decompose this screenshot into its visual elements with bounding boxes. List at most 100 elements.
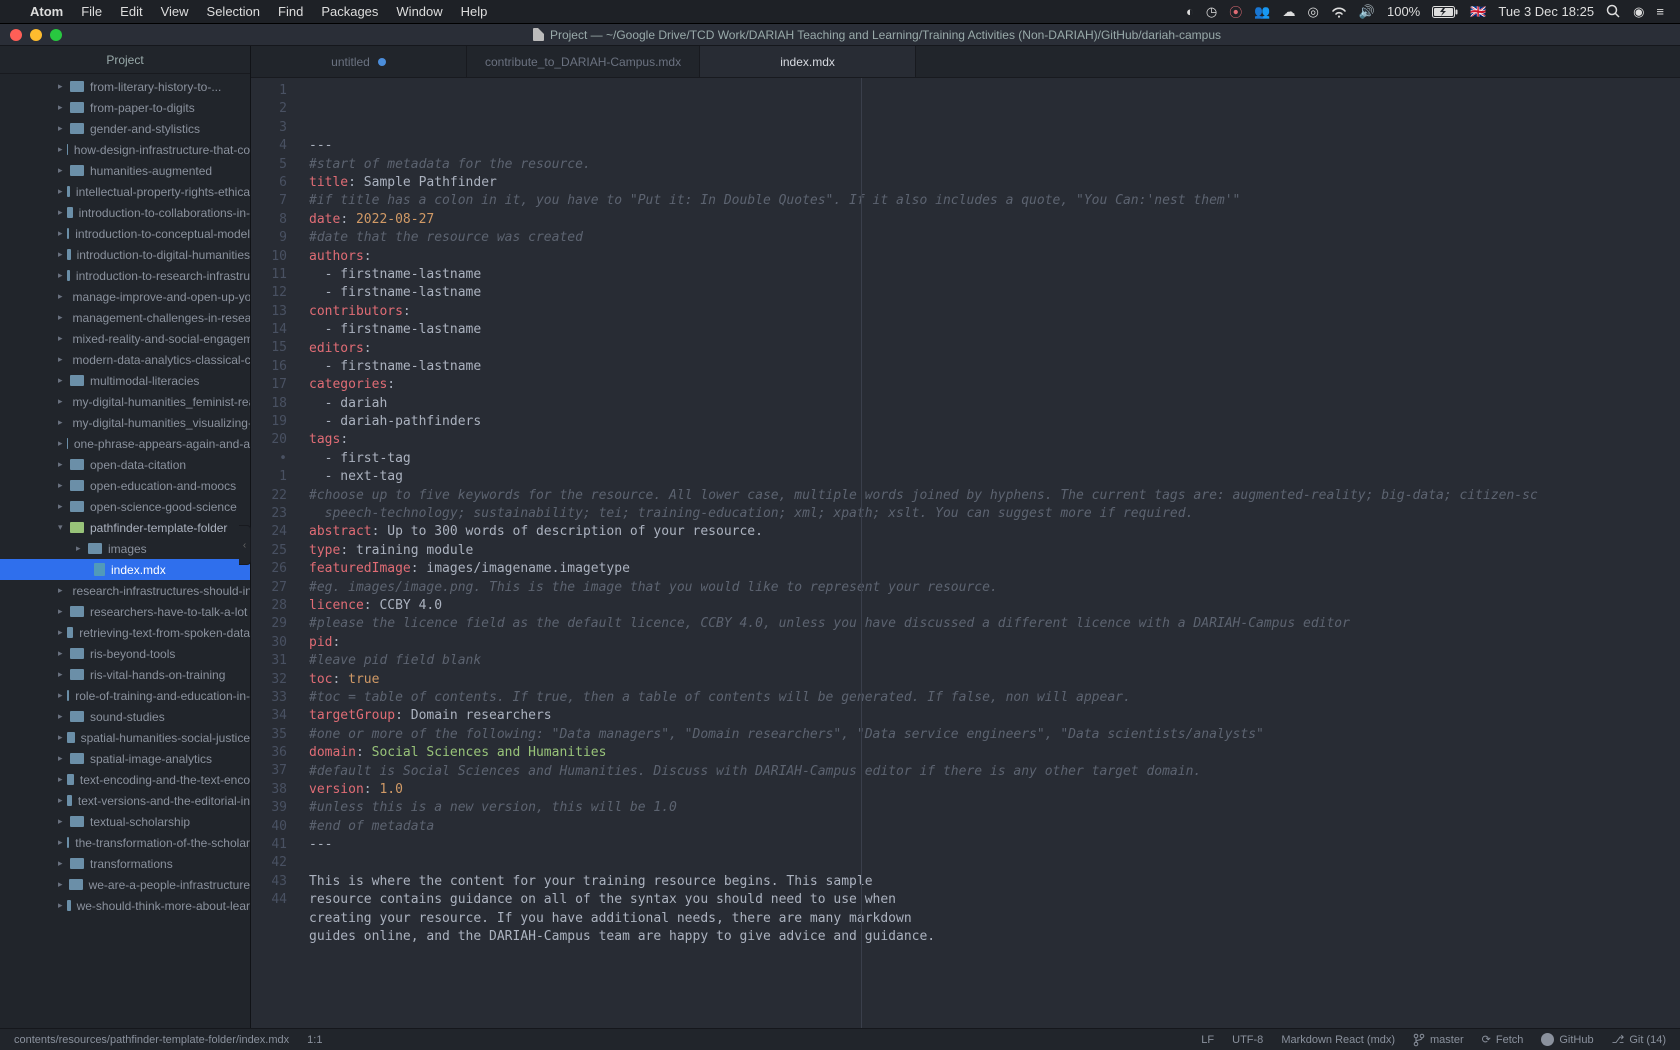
tab[interactable]: untitled xyxy=(251,46,467,77)
code-line[interactable]: #default is Social Sciences and Humaniti… xyxy=(309,763,1680,781)
dnd-icon[interactable]: ◐ xyxy=(1186,4,1194,19)
code-line[interactable]: - firstname-lastname xyxy=(309,266,1680,284)
tree-folder[interactable]: ▸management-challenges-in-resea xyxy=(0,307,250,328)
git-branch[interactable]: master xyxy=(1413,1033,1464,1047)
cursor-position[interactable]: 1:1 xyxy=(307,1034,322,1046)
tree-folder[interactable]: ▸research-infrastructures-should-in xyxy=(0,580,250,601)
line-ending[interactable]: LF xyxy=(1201,1034,1214,1046)
code-line[interactable]: #toc = table of contents. If true, then … xyxy=(309,689,1680,707)
tree-folder[interactable]: ▸intellectual-property-rights-ethica xyxy=(0,181,250,202)
menu-window[interactable]: Window xyxy=(396,4,442,19)
code-line[interactable]: abstract: Up to 300 words of description… xyxy=(309,523,1680,541)
grammar[interactable]: Markdown React (mdx) xyxy=(1281,1034,1395,1046)
tree-folder[interactable]: ▸introduction-to-conceptual-model xyxy=(0,223,250,244)
tree-folder[interactable]: ▸multimodal-literacies xyxy=(0,370,250,391)
code-line[interactable]: - firstname-lastname xyxy=(309,358,1680,376)
tree-folder[interactable]: ▸retrieving-text-from-spoken-data xyxy=(0,622,250,643)
code-line[interactable]: #end of metadata xyxy=(309,818,1680,836)
tree-folder[interactable]: ▸one-phrase-appears-again-and-a xyxy=(0,433,250,454)
tree-folder[interactable]: ▸we-are-a-people-infrastructure xyxy=(0,874,250,895)
fetch-button[interactable]: ⟳ Fetch xyxy=(1482,1033,1524,1046)
code-line[interactable]: date: 2022-08-27 xyxy=(309,211,1680,229)
code-line[interactable]: - firstname-lastname xyxy=(309,284,1680,302)
code-line[interactable] xyxy=(309,946,1680,964)
menu-find[interactable]: Find xyxy=(278,4,303,19)
tree-folder[interactable]: ▸we-should-think-more-about-lear xyxy=(0,895,250,916)
tree-folder[interactable]: ▾pathfinder-template-folder xyxy=(0,517,250,538)
code-line[interactable]: editors: xyxy=(309,340,1680,358)
input-flag[interactable]: 🇬🇧 xyxy=(1470,4,1486,20)
tree-file[interactable]: index.mdx xyxy=(0,559,250,580)
tree-folder[interactable]: ▸my-digital-humanities_feminist-rea xyxy=(0,391,250,412)
code-line[interactable]: toc: true xyxy=(309,671,1680,689)
code-line[interactable]: - dariah-pathfinders xyxy=(309,413,1680,431)
tree-folder[interactable]: ▸gender-and-stylistics xyxy=(0,118,250,139)
tree-folder[interactable]: ▸the-transformation-of-the-scholar xyxy=(0,832,250,853)
code-line[interactable]: categories: xyxy=(309,376,1680,394)
code-line[interactable] xyxy=(309,854,1680,872)
spotlight-icon[interactable] xyxy=(1606,4,1621,19)
tree-folder[interactable]: ▸introduction-to-digital-humanities xyxy=(0,244,250,265)
tree-folder[interactable]: ▸open-data-citation xyxy=(0,454,250,475)
menu-selection[interactable]: Selection xyxy=(207,4,260,19)
editor[interactable]: 1234567891011121314151617181920•12223242… xyxy=(251,78,1680,1028)
window-zoom-button[interactable] xyxy=(50,29,62,41)
menu-file[interactable]: File xyxy=(81,4,102,19)
code-line[interactable]: contributors: xyxy=(309,303,1680,321)
code-line[interactable]: - firstname-lastname xyxy=(309,321,1680,339)
code-line[interactable]: #if title has a colon in it, you have to… xyxy=(309,192,1680,210)
volume-icon[interactable]: 🔊 xyxy=(1359,4,1375,20)
tree-folder[interactable]: ▸images xyxy=(0,538,250,559)
tree-folder[interactable]: ▸transformations xyxy=(0,853,250,874)
code-line[interactable]: #start of metadata for the resource. xyxy=(309,156,1680,174)
sidebar-toggle[interactable]: ‹ xyxy=(239,525,251,565)
code-line[interactable]: #date that the resource was created xyxy=(309,229,1680,247)
code-line[interactable]: #please the licence field as the default… xyxy=(309,615,1680,633)
users-icon[interactable]: 👥 xyxy=(1254,4,1270,20)
tree-folder[interactable]: ▸open-education-and-moocs xyxy=(0,475,250,496)
tab[interactable]: index.mdx xyxy=(700,46,916,77)
cloud-icon[interactable]: ☁ xyxy=(1282,4,1295,20)
code-line[interactable]: --- xyxy=(309,137,1680,155)
code-line[interactable]: This is where the content for your train… xyxy=(309,873,1680,891)
menu-edit[interactable]: Edit xyxy=(120,4,142,19)
screenrec-icon[interactable]: ⦿ xyxy=(1229,2,1242,21)
control-center-icon[interactable]: ≡ xyxy=(1656,4,1664,19)
code-line[interactable]: creating your resource. If you have addi… xyxy=(309,910,1680,928)
tree-folder[interactable]: ▸open-science-good-science xyxy=(0,496,250,517)
git-button[interactable]: ⎇ Git (14) xyxy=(1612,1033,1666,1046)
tree-folder[interactable]: ▸manage-improve-and-open-up-yo xyxy=(0,286,250,307)
tree-folder[interactable]: ▸modern-data-analytics-classical-c xyxy=(0,349,250,370)
code-line[interactable]: domain: Social Sciences and Humanities xyxy=(309,744,1680,762)
airdrop-icon[interactable]: ◎ xyxy=(1307,4,1318,20)
code-line[interactable]: #unless this is a new version, this will… xyxy=(309,799,1680,817)
menu-packages[interactable]: Packages xyxy=(321,4,378,19)
siri-icon[interactable]: ◉ xyxy=(1633,4,1644,20)
tree-folder[interactable]: ▸my-digital-humanities_visualizing- xyxy=(0,412,250,433)
code-line[interactable]: - next-tag xyxy=(309,468,1680,486)
menubar-clock[interactable]: Tue 3 Dec 18:25 xyxy=(1498,4,1594,19)
code-line[interactable]: --- xyxy=(309,836,1680,854)
wifi-icon[interactable] xyxy=(1331,6,1347,18)
tree-folder[interactable]: ▸text-versions-and-the-editorial-in xyxy=(0,790,250,811)
file-encoding[interactable]: UTF-8 xyxy=(1232,1034,1263,1046)
code-line[interactable]: - dariah xyxy=(309,395,1680,413)
window-close-button[interactable] xyxy=(10,29,22,41)
tree-folder[interactable]: ▸text-encoding-and-the-text-enco xyxy=(0,769,250,790)
tree-folder[interactable]: ▸spatial-humanities-social-justice xyxy=(0,727,250,748)
code-line[interactable]: #leave pid field blank xyxy=(309,652,1680,670)
app-name[interactable]: Atom xyxy=(30,4,63,19)
tree-folder[interactable]: ▸mixed-reality-and-social-engagem xyxy=(0,328,250,349)
tree-folder[interactable]: ▸ris-beyond-tools xyxy=(0,643,250,664)
github-button[interactable]: GitHub xyxy=(1541,1033,1593,1046)
code-line[interactable]: pid: xyxy=(309,634,1680,652)
menu-view[interactable]: View xyxy=(161,4,189,19)
code-line[interactable]: title: Sample Pathfinder xyxy=(309,174,1680,192)
window-minimize-button[interactable] xyxy=(30,29,42,41)
tree-folder[interactable]: ▸textual-scholarship xyxy=(0,811,250,832)
code-line[interactable]: #eg. images/image.png. This is the image… xyxy=(309,579,1680,597)
menu-help[interactable]: Help xyxy=(461,4,488,19)
status-path[interactable]: contents/resources/pathfinder-template-f… xyxy=(14,1034,289,1046)
battery-icon[interactable] xyxy=(1432,6,1458,18)
tree-folder[interactable]: ▸introduction-to-research-infrastru xyxy=(0,265,250,286)
